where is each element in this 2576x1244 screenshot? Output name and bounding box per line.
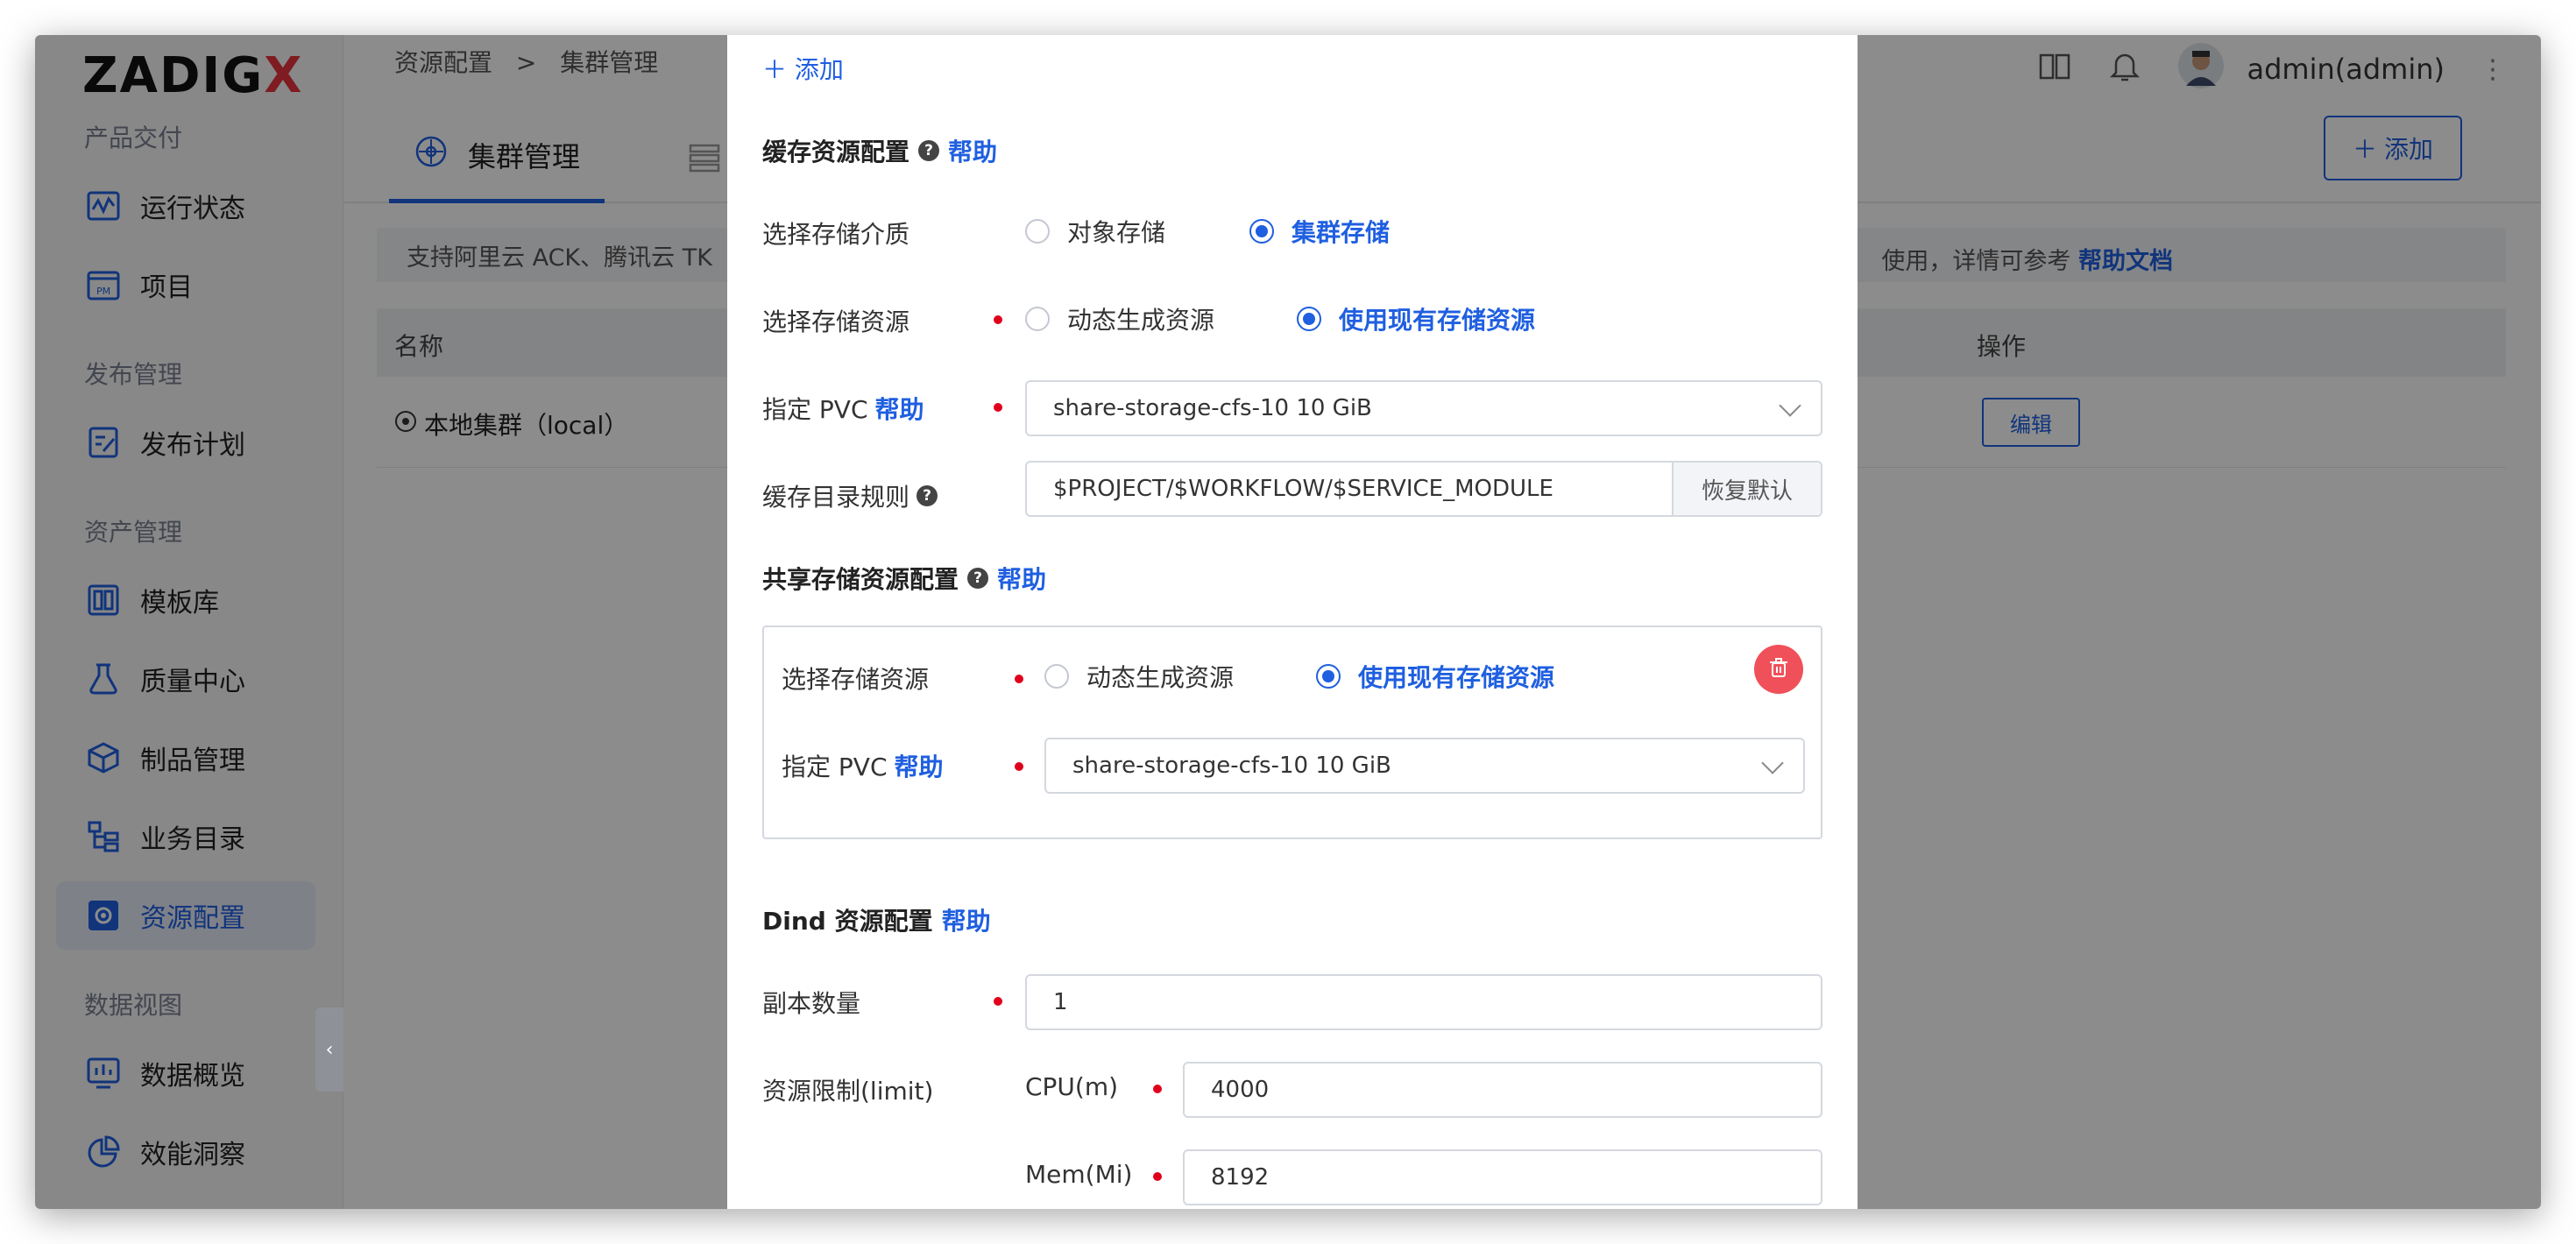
shared-pvc-select[interactable]: share-storage-cfs-10 10 GiB (1044, 738, 1805, 794)
delete-button[interactable] (1754, 645, 1803, 694)
cache-section-title: 缓存资源配置 ? 帮助 (762, 133, 997, 168)
radio-label: 动态生成资源 (1086, 663, 1235, 692)
dind-help-link[interactable]: 帮助 (942, 902, 991, 937)
radio-label: 对象存储 (1067, 218, 1166, 247)
storage-medium-label: 选择存储介质 (762, 220, 910, 249)
required-marker (994, 403, 1002, 412)
add-link-label: 添加 (794, 55, 844, 84)
radio-circle-selected (1316, 664, 1341, 689)
radio-object-storage[interactable]: 对象存储 (1025, 214, 1165, 249)
radio-cluster-storage[interactable]: 集群存储 (1249, 214, 1390, 249)
trash-icon (1767, 656, 1790, 682)
cache-dir-label: 缓存目录规则? (762, 478, 938, 513)
chevron-down-icon (1761, 752, 1784, 774)
limit-label: 资源限制(limit) (762, 1077, 934, 1106)
dind-section-title: Dind 资源配置 帮助 (762, 902, 991, 937)
question-icon[interactable]: ? (916, 485, 938, 506)
shared-storage-label: 选择存储资源 (782, 665, 930, 694)
shared-help-link[interactable]: 帮助 (997, 561, 1046, 596)
radio-label: 使用现有存储资源 (1358, 663, 1555, 692)
sidebar-overlay (35, 35, 343, 1209)
replicas-value: 1 (1053, 989, 1068, 1015)
storage-resource-label: 选择存储资源 (762, 307, 910, 336)
mem-value: 8192 (1211, 1164, 1270, 1191)
radio-label: 动态生成资源 (1067, 306, 1215, 335)
shared-pvc-label: 指定 PVC 帮助 (782, 748, 944, 783)
shared-section-label: 共享存储资源配置 (762, 565, 959, 594)
plus-icon: ＋ (762, 55, 795, 84)
shared-pvc-label-text: 指定 PVC (782, 753, 888, 781)
radio-circle (1025, 307, 1050, 331)
required-marker (994, 997, 1002, 1006)
radio-label: 集群存储 (1292, 218, 1391, 247)
radio-label: 使用现有存储资源 (1339, 306, 1536, 335)
mem-input[interactable]: 8192 (1183, 1149, 1822, 1205)
chevron-left-icon: ‹ (325, 1038, 334, 1061)
shared-pvc-help-link[interactable]: 帮助 (895, 748, 944, 783)
radio-dynamic-resource[interactable]: 动态生成资源 (1025, 301, 1214, 336)
dind-section-label: Dind 资源配置 (762, 907, 933, 936)
restore-default-button[interactable]: 恢复默认 (1672, 463, 1821, 515)
required-marker (1015, 675, 1023, 683)
shared-pvc-value: share-storage-cfs-10 10 GiB (1072, 753, 1391, 779)
pvc-label: 指定 PVC 帮助 (762, 391, 924, 426)
radio-circle (1025, 219, 1050, 244)
replicas-label: 副本数量 (762, 989, 861, 1018)
cluster-config-modal: ＋ 添加 缓存资源配置 ? 帮助 选择存储介质 对象存储 集群存储 选择存储资源… (727, 35, 1858, 1209)
radio-shared-dynamic[interactable]: 动态生成资源 (1044, 659, 1234, 694)
cpu-label: CPU(m) (1025, 1072, 1119, 1101)
sidebar-collapse-handle[interactable]: ‹ (315, 1007, 343, 1092)
required-marker (1153, 1172, 1162, 1181)
shared-section-title: 共享存储资源配置 ? 帮助 (762, 561, 1046, 596)
radio-circle-selected (1297, 307, 1321, 331)
add-link[interactable]: ＋ 添加 (762, 51, 844, 86)
cpu-value: 4000 (1211, 1077, 1270, 1103)
pvc-label-text: 指定 PVC (762, 395, 868, 424)
cache-help-link[interactable]: 帮助 (948, 133, 997, 168)
cpu-input[interactable]: 4000 (1183, 1062, 1822, 1118)
radio-circle (1044, 664, 1069, 689)
required-marker (1015, 762, 1023, 771)
chevron-down-icon (1779, 394, 1801, 417)
cache-dir-label-text: 缓存目录规则 (762, 483, 910, 512)
radio-circle-selected (1249, 219, 1274, 244)
replicas-input[interactable]: 1 (1025, 974, 1822, 1030)
question-icon[interactable]: ? (967, 568, 989, 589)
cache-dir-value: $PROJECT/$WORKFLOW/$SERVICE_MODULE (1053, 476, 1553, 502)
radio-shared-existing[interactable]: 使用现有存储资源 (1316, 659, 1554, 694)
pvc-select[interactable]: share-storage-cfs-10 10 GiB (1025, 380, 1822, 436)
cache-section-label: 缓存资源配置 (762, 138, 910, 166)
required-marker (1153, 1085, 1162, 1093)
question-icon[interactable]: ? (918, 140, 940, 161)
pvc-select-value: share-storage-cfs-10 10 GiB (1053, 395, 1372, 421)
radio-existing-resource[interactable]: 使用现有存储资源 (1297, 301, 1535, 336)
app-window: ZADIGX 产品交付 运行状态 PM 项目 发布管理 发布计划 资产管理 模板… (35, 35, 2541, 1209)
mem-label: Mem(Mi) (1025, 1160, 1133, 1189)
cache-dir-input[interactable]: $PROJECT/$WORKFLOW/$SERVICE_MODULE 恢复默认 (1025, 461, 1822, 517)
required-marker (994, 315, 1002, 324)
shared-storage-box: 选择存储资源 动态生成资源 使用现有存储资源 指定 PVC 帮助 share-st… (762, 626, 1822, 839)
pvc-help-link[interactable]: 帮助 (875, 391, 924, 426)
